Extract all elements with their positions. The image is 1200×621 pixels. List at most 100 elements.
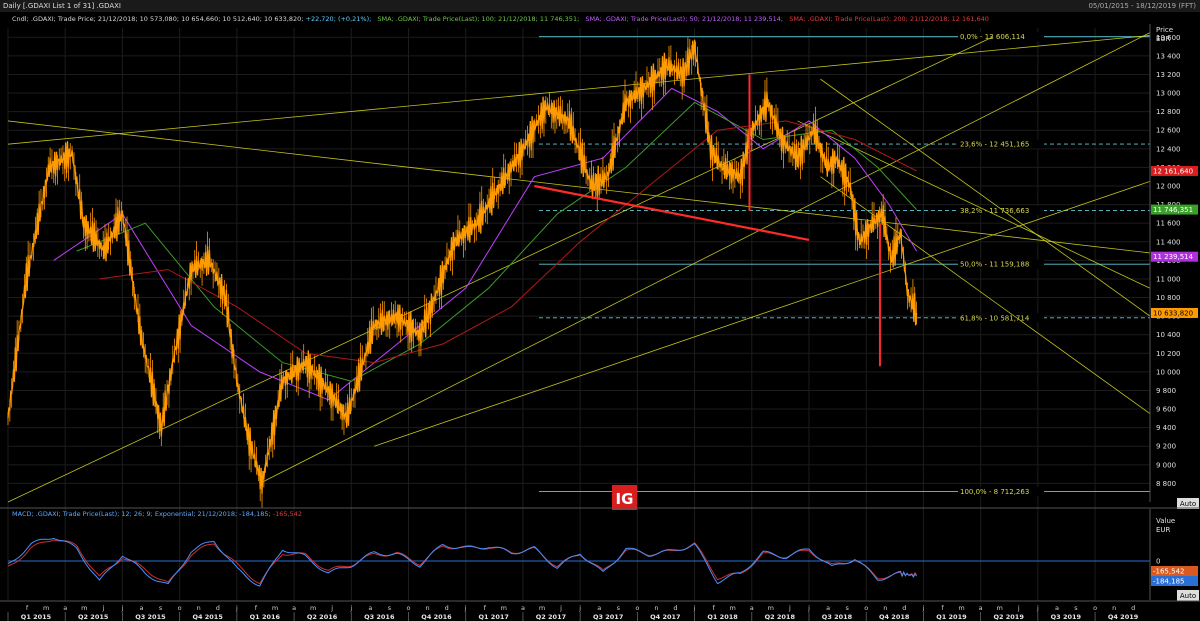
month-label: s <box>159 604 163 612</box>
quarter-label: Q4 2018 <box>879 613 910 621</box>
price-tick-label: 13 400 <box>1156 52 1181 60</box>
legend-line: Cndl; .GDAXI; Trade Price; 21/12/2018; 1… <box>12 15 989 23</box>
price-tick-label: 10 400 <box>1156 331 1181 339</box>
quarter-label: Q3 2018 <box>822 613 853 621</box>
month-label: j <box>1036 604 1039 612</box>
fib-label: 61,8% - 10 581,714 <box>960 314 1030 322</box>
month-label: j <box>807 604 810 612</box>
month-label: m <box>958 604 964 612</box>
month-label: m <box>272 604 278 612</box>
month-label: n <box>654 604 658 612</box>
month-label: m <box>997 604 1003 612</box>
price-tick-label: 9 600 <box>1156 406 1176 414</box>
price-tick-label: 10 800 <box>1156 294 1181 302</box>
month-label: o <box>635 604 639 612</box>
macd-legend: MACD; .GDAXI; Trade Price(Last); 12; 26;… <box>12 510 302 518</box>
month-label: j <box>922 604 925 612</box>
quarter-label: Q1 2019 <box>936 613 967 621</box>
fib-label: 23,6% - 12 451,165 <box>960 141 1029 149</box>
ig-logo-text: IG <box>616 490 634 508</box>
fib-label: 38,2% - 11 736,663 <box>960 207 1029 215</box>
month-label: j <box>101 604 104 612</box>
month-label: m <box>43 604 49 612</box>
legend-sma200: SMA; .GDAXI; Trade Price(Last); 200; 21/… <box>789 15 989 23</box>
quarter-label: Q3 2019 <box>1051 613 1082 621</box>
legend-sma50: SMA; .GDAXI; Trade Price(Last); 50; 21/1… <box>585 15 783 23</box>
month-label: m <box>539 604 545 612</box>
price-tick-label: 11 600 <box>1156 220 1181 228</box>
price-tick-label: 13 200 <box>1156 71 1181 79</box>
month-label: o <box>407 604 411 612</box>
price-tick-label: 13 000 <box>1156 90 1181 98</box>
price-tick-label: 9 000 <box>1156 461 1176 469</box>
window-title: Daily [.GDAXI List 1 of 31] .GDAXI <box>3 2 121 10</box>
quarter-label: Q4 2017 <box>650 613 680 621</box>
month-label: n <box>197 604 201 612</box>
month-label: n <box>426 604 430 612</box>
month-label: d <box>216 604 220 612</box>
fib-label: 0,0% - 13 606,114 <box>960 33 1025 41</box>
price-tick-label: 8 800 <box>1156 480 1176 488</box>
month-label: n <box>883 604 887 612</box>
month-label: a <box>750 604 754 612</box>
month-label: a <box>368 604 372 612</box>
month-label: a <box>979 604 983 612</box>
legend-cndl: Cndl; .GDAXI; Trade Price; 21/12/2018; 1… <box>12 15 306 23</box>
month-label: a <box>292 604 296 612</box>
month-label: d <box>1131 604 1135 612</box>
quarter-label: Q2 2015 <box>78 613 109 621</box>
price-tag-text: 11 239,514 <box>1153 253 1194 261</box>
quarter-label: Q4 2016 <box>421 613 452 621</box>
price-tag-text: 12 161,640 <box>1153 167 1193 175</box>
month-label: a <box>63 604 67 612</box>
quarter-label: Q1 2018 <box>707 613 738 621</box>
legend-sma100: SMA; .GDAXI; Trade Price(Last); 100; 21/… <box>377 15 579 23</box>
macd-tag-text: -184,185 <box>1153 578 1184 586</box>
quarter-label: Q1 2017 <box>479 613 509 621</box>
ig-logo: IG <box>612 485 637 510</box>
quarter-label: Q2 2016 <box>307 613 338 621</box>
price-axis: Price EUR 8 8009 0009 2009 4009 6009 800… <box>1149 24 1200 514</box>
month-label: j <box>235 604 238 612</box>
price-tick-label: 12 600 <box>1156 127 1181 135</box>
month-label: j <box>1017 604 1020 612</box>
price-tick-label: 10 000 <box>1156 368 1181 376</box>
month-label: a <box>826 604 830 612</box>
month-label: j <box>559 604 562 612</box>
quarter-label: Q4 2015 <box>192 613 223 621</box>
price-tick-label: 12 000 <box>1156 183 1181 191</box>
quarter-label: Q3 2015 <box>135 613 166 621</box>
auto-button-macd-label: Auto <box>1180 592 1196 600</box>
legend-cndl-change: +22,720; (+0,21%); <box>306 15 372 23</box>
month-label: j <box>693 604 696 612</box>
fib-label: 100,0% - 8 712,263 <box>960 488 1029 496</box>
month-label: a <box>597 604 601 612</box>
price-tag-text: 10 633,820 <box>1153 309 1193 317</box>
macd-legend-v1: -184,185; <box>239 510 270 518</box>
month-label: j <box>578 604 581 612</box>
quarter-label: Q4 2019 <box>1108 613 1139 621</box>
date-range: 05/01/2015 - 18/12/2019 (FFT) <box>1088 2 1196 10</box>
month-label: a <box>1055 604 1059 612</box>
macd-axis-unit: EUR <box>1156 526 1171 534</box>
month-label: j <box>464 604 467 612</box>
price-chart[interactable]: 0,0% - 13 606,114 23,6% - 12 451,165 38,2%… <box>0 12 1200 621</box>
quarter-label: Q3 2016 <box>364 613 395 621</box>
month-label: d <box>673 604 677 612</box>
price-tick-label: 11 000 <box>1156 275 1181 283</box>
fib-label: 50,0% - 11 159,188 <box>960 261 1029 269</box>
month-label: d <box>445 604 449 612</box>
quarter-label: Q2 2017 <box>536 613 566 621</box>
month-label: m <box>730 604 736 612</box>
month-label: j <box>330 604 333 612</box>
macd-axis-label: Value <box>1156 517 1175 525</box>
month-label: a <box>140 604 144 612</box>
price-tick-label: 9 800 <box>1156 387 1176 395</box>
month-label: j <box>121 604 124 612</box>
price-tick-label: 13 600 <box>1156 34 1181 42</box>
month-label: o <box>1093 604 1097 612</box>
price-tick-label: 12 400 <box>1156 145 1181 153</box>
month-label: m <box>501 604 507 612</box>
month-label: j <box>788 604 791 612</box>
price-tag-text: 11 746,351 <box>1153 206 1193 214</box>
